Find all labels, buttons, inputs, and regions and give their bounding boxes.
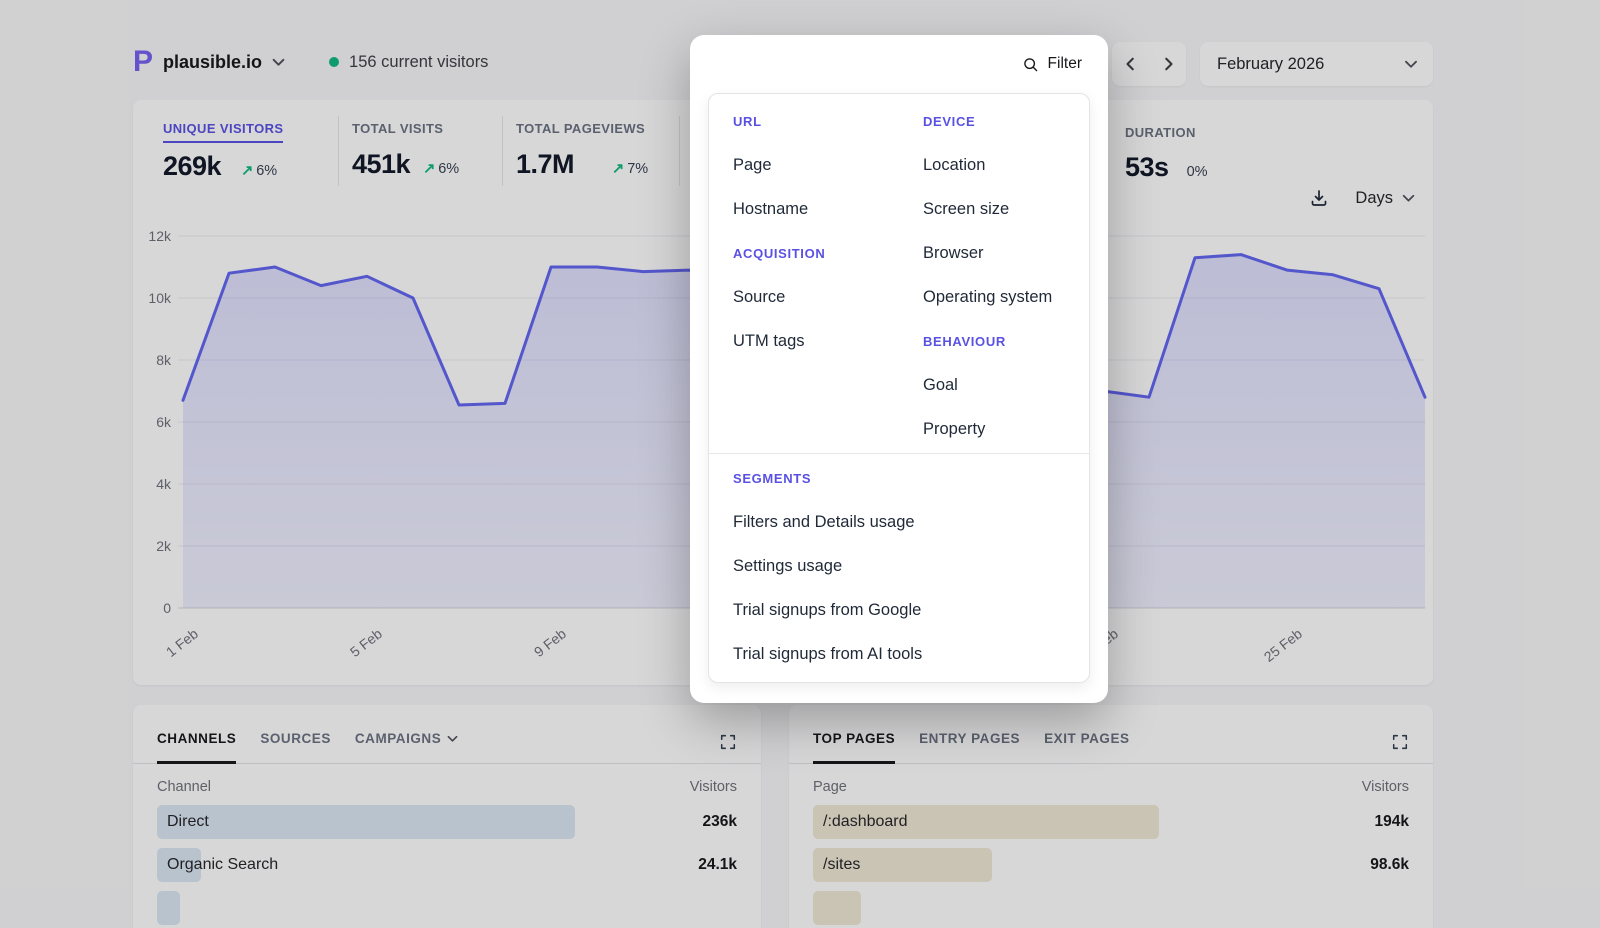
filter-column-left: URL Page Hostname ACQUISITION Source UTM…	[709, 99, 899, 451]
menu-item-segment-trial-google[interactable]: Trial signups from Google	[733, 588, 1089, 632]
menu-item-source[interactable]: Source	[733, 275, 899, 319]
menu-item-property[interactable]: Property	[923, 407, 1089, 451]
menu-item-location[interactable]: Location	[923, 143, 1089, 187]
filter-column-right: DEVICE Location Screen size Browser Oper…	[899, 99, 1089, 451]
filter-popup: Filter URL Page Hostname ACQUISITION Sou…	[690, 35, 1108, 703]
menu-item-segment-filters-details[interactable]: Filters and Details usage	[733, 500, 1089, 544]
menu-item-goal[interactable]: Goal	[923, 363, 1089, 407]
section-heading-behaviour: BEHAVIOUR	[923, 319, 1089, 363]
section-heading-url: URL	[733, 99, 899, 143]
menu-item-screen-size[interactable]: Screen size	[923, 187, 1089, 231]
filter-menu-panel: URL Page Hostname ACQUISITION Source UTM…	[708, 93, 1090, 683]
divider	[709, 453, 1089, 454]
menu-item-browser[interactable]: Browser	[923, 231, 1089, 275]
filter-label: Filter	[1048, 55, 1082, 73]
search-icon	[1022, 56, 1039, 73]
menu-item-utm-tags[interactable]: UTM tags	[733, 319, 899, 363]
menu-item-segment-trial-ai[interactable]: Trial signups from AI tools	[733, 632, 1089, 676]
menu-item-segment-settings-usage[interactable]: Settings usage	[733, 544, 1089, 588]
menu-item-page[interactable]: Page	[733, 143, 899, 187]
menu-item-hostname[interactable]: Hostname	[733, 187, 899, 231]
section-heading-device: DEVICE	[923, 99, 1089, 143]
filter-search[interactable]: Filter	[690, 35, 1108, 93]
section-heading-acquisition: ACQUISITION	[733, 231, 899, 275]
section-heading-segments: SEGMENTS	[733, 456, 1089, 500]
menu-item-operating-system[interactable]: Operating system	[923, 275, 1089, 319]
segments-section: SEGMENTS Filters and Details usage Setti…	[709, 456, 1089, 676]
